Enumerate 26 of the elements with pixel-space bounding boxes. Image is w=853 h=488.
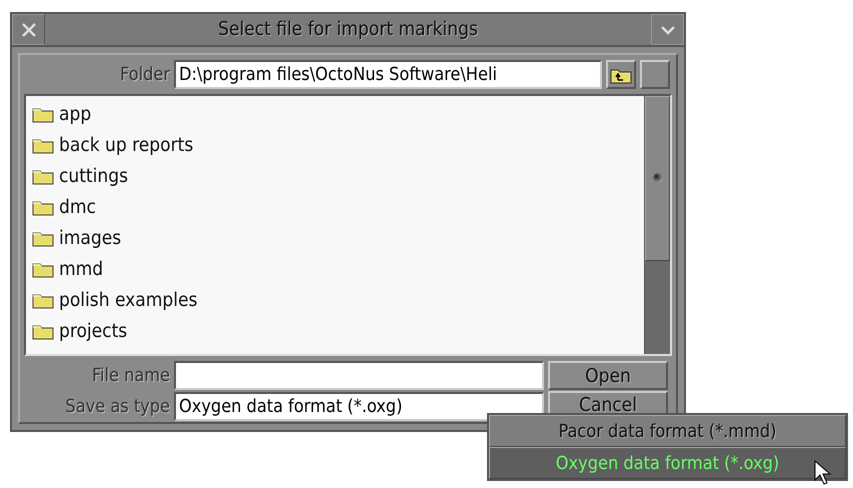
open-button[interactable]: Open xyxy=(548,361,668,390)
close-icon xyxy=(20,22,36,38)
file-name-field[interactable] xyxy=(174,361,544,390)
cursor-icon xyxy=(814,460,834,486)
folder-name[interactable]: polish examples xyxy=(59,288,198,310)
folder-name[interactable]: projects xyxy=(59,320,128,342)
folder-name[interactable]: back up reports xyxy=(59,134,194,156)
close-button[interactable] xyxy=(12,14,45,45)
scrollbar[interactable] xyxy=(644,96,670,354)
folder-name[interactable]: cuttings xyxy=(59,164,128,186)
file-name-label: File name xyxy=(90,365,170,386)
dropdown-option[interactable]: Pacor data format (*.mmd) xyxy=(489,415,846,447)
window-title: Select file for import markings xyxy=(217,17,479,42)
folder-label: Folder xyxy=(119,64,170,85)
folder-name[interactable]: app xyxy=(59,102,92,124)
folder-name[interactable]: mmd xyxy=(59,258,104,280)
folder-path-field[interactable]: D:\program files\OctoNus Software\Heli xyxy=(174,60,602,89)
menu-button[interactable] xyxy=(651,14,684,45)
folder-name[interactable]: dmc xyxy=(59,196,96,218)
folder-name[interactable]: images xyxy=(59,226,122,248)
file-type-field[interactable]: Oxygen data format (*.oxg) xyxy=(174,392,544,421)
up-folder-button[interactable] xyxy=(606,60,636,89)
chevron-icon xyxy=(660,24,676,34)
save-as-type-label: Save as type xyxy=(64,396,170,417)
toolbar-button[interactable] xyxy=(640,60,670,89)
dropdown-option[interactable]: Oxygen data format (*.oxg) xyxy=(489,447,846,479)
